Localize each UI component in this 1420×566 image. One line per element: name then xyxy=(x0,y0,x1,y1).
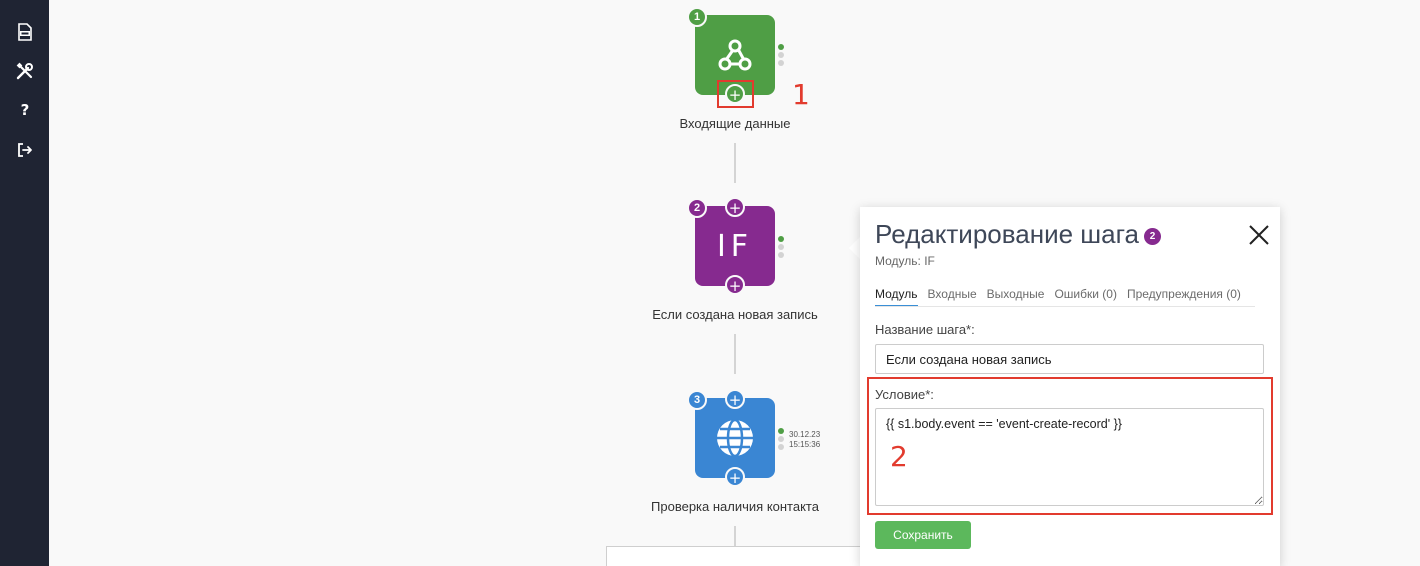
add-step-before-button[interactable]: + xyxy=(725,197,745,217)
sidebar: ? xyxy=(0,0,49,566)
status-dot xyxy=(778,444,784,450)
connector-line xyxy=(734,143,736,183)
close-icon[interactable] xyxy=(1248,224,1270,246)
tab-errors[interactable]: Ошибки (0) xyxy=(1054,287,1117,307)
node-label: Входящие данные xyxy=(679,116,791,131)
add-step-button[interactable]: + xyxy=(725,275,745,295)
if-icon: IF xyxy=(716,228,754,264)
step-name-field[interactable] xyxy=(875,344,1264,374)
add-step-before-button[interactable]: + xyxy=(725,389,745,409)
webhook-icon xyxy=(718,39,752,71)
status-dot xyxy=(778,44,784,50)
tab-input[interactable]: Входные xyxy=(928,287,977,307)
node-http[interactable] xyxy=(695,398,775,478)
help-glyph: ? xyxy=(20,101,30,119)
status-dots xyxy=(778,428,784,452)
status-dot xyxy=(778,252,784,258)
status-dot xyxy=(778,244,784,250)
globe-icon xyxy=(717,418,753,458)
logout-icon[interactable] xyxy=(12,137,38,163)
step-name-label: Название шага*: xyxy=(875,322,975,337)
save-button[interactable]: Сохранить xyxy=(875,521,971,549)
status-dot xyxy=(778,52,784,58)
timestamp-time: 15:15:36 xyxy=(789,440,821,449)
step-number-badge: 1 xyxy=(687,7,707,27)
status-dot xyxy=(778,60,784,66)
annotation-number: 2 xyxy=(890,440,908,473)
add-step-button[interactable]: + xyxy=(725,467,745,487)
timestamp-date: 30.12.23 xyxy=(789,430,821,439)
tabs-divider xyxy=(875,306,1255,307)
status-dot xyxy=(778,436,784,442)
next-step-placeholder xyxy=(606,546,864,566)
status-dot xyxy=(778,428,784,434)
node-label: Проверка наличия контакта xyxy=(651,499,819,514)
node-label: Если создана новая запись xyxy=(652,307,818,322)
panel-tabs: Модуль Входные Выходные Ошибки (0) Преду… xyxy=(875,287,1251,307)
tab-output[interactable]: Выходные xyxy=(987,287,1045,307)
status-dots xyxy=(778,44,784,68)
connector-line xyxy=(734,526,736,548)
module-type: Модуль: IF xyxy=(875,254,935,268)
tab-warnings[interactable]: Предупреждения (0) xyxy=(1127,287,1241,307)
log-file-icon[interactable] xyxy=(12,19,38,45)
node-if[interactable]: IF xyxy=(695,206,775,286)
panel-title: Редактирование шага xyxy=(875,219,1139,249)
annotation-highlight-box xyxy=(717,80,754,108)
help-icon[interactable]: ? xyxy=(12,97,38,123)
step-number-badge: 3 xyxy=(687,390,707,410)
annotation-highlight-box xyxy=(867,377,1273,515)
step-number-badge: 2 xyxy=(687,198,707,218)
step-number-badge: 2 xyxy=(1144,228,1161,245)
last-run-timestamp: 30.12.23 15:15:36 xyxy=(789,430,820,450)
status-dots xyxy=(778,236,784,260)
tab-module[interactable]: Модуль xyxy=(875,287,918,307)
tools-icon[interactable] xyxy=(12,58,38,84)
status-dot xyxy=(778,236,784,242)
connector-line xyxy=(734,334,736,374)
annotation-number: 1 xyxy=(792,78,810,111)
